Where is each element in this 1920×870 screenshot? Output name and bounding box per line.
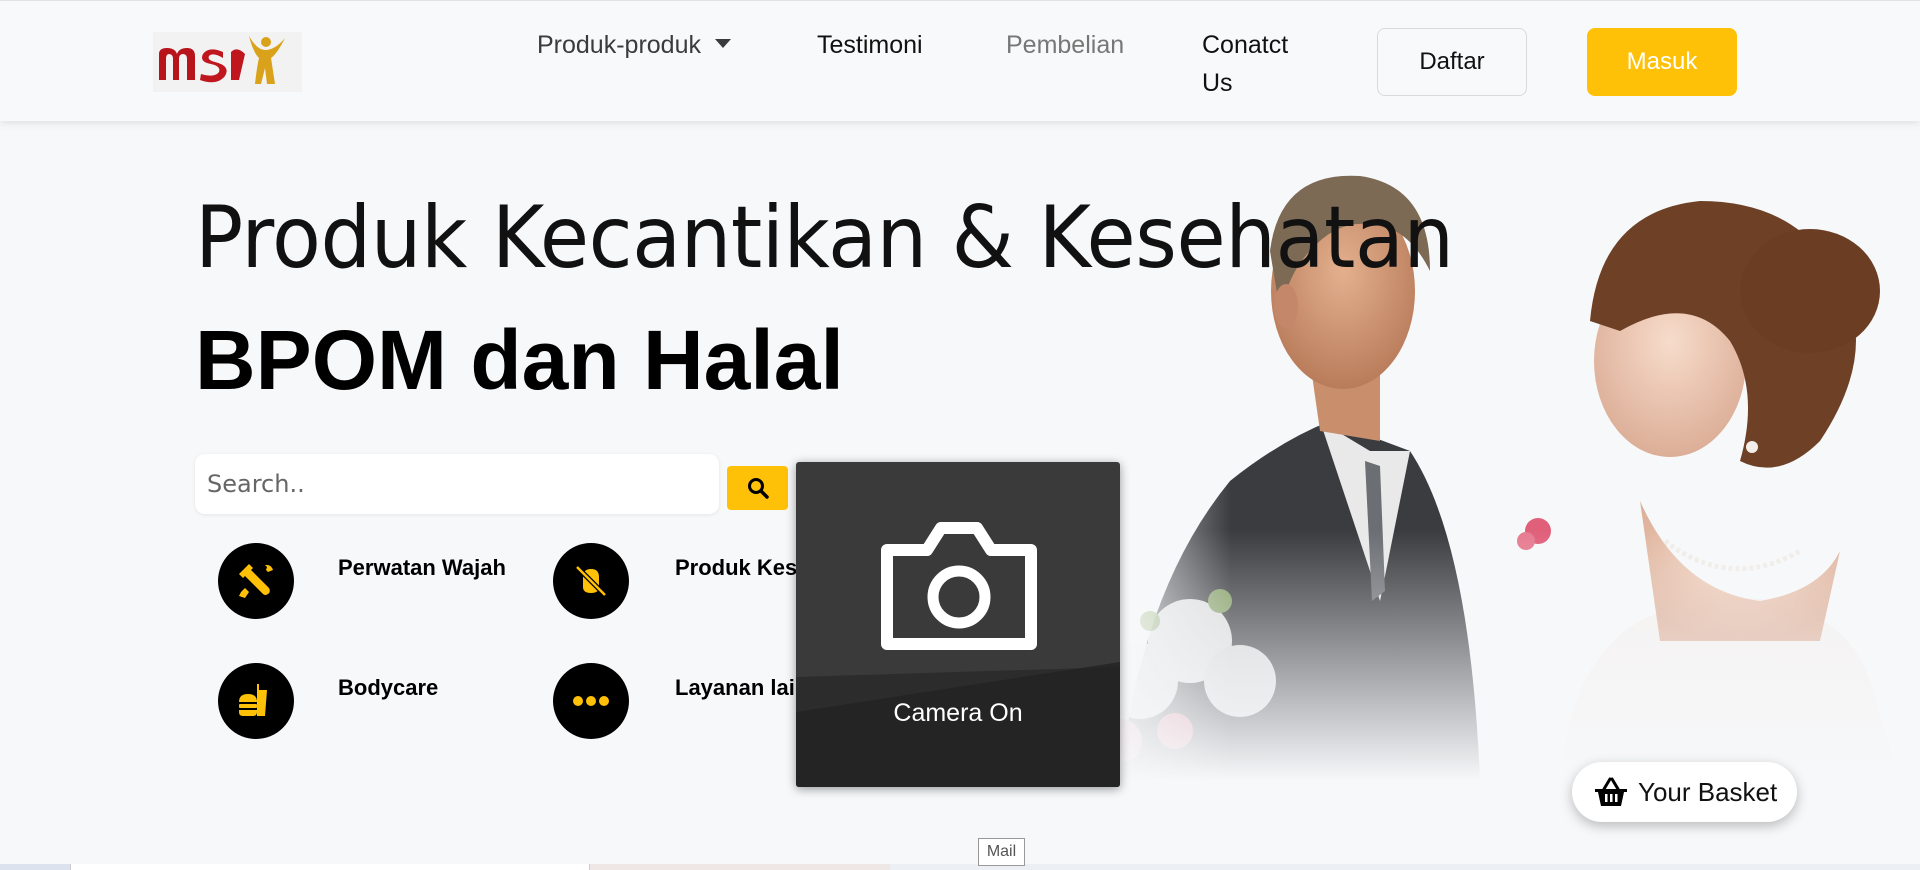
brand-logo[interactable] (153, 32, 302, 92)
hero-headline: Produk Kecantikan & Kesehatan (195, 188, 1454, 288)
nav-link-contact[interactable]: Conatct Us (1202, 26, 1312, 102)
login-button[interactable]: Masuk (1587, 28, 1737, 96)
nav-link-pembelian[interactable]: Pembelian (1006, 26, 1124, 64)
nav-produk-label: Produk-produk (537, 31, 701, 59)
msi-logo-icon (153, 32, 302, 92)
category-label: Bodycare (338, 675, 439, 700)
basket-label: Your Basket (1638, 776, 1778, 807)
nav-link-testimoni[interactable]: Testimoni (817, 26, 923, 64)
search-button[interactable] (727, 466, 788, 510)
search-icon (747, 478, 769, 499)
food-icon (218, 663, 294, 739)
next-section-edge (0, 864, 1920, 870)
basket-icon (1595, 777, 1627, 806)
category-label: Perwatan Wajah (338, 555, 506, 580)
caret-down-icon (714, 38, 731, 48)
ellipsis-icon (553, 663, 629, 739)
register-button[interactable]: Daftar (1377, 28, 1527, 96)
camera-overlay[interactable]: Camera On (796, 462, 1120, 787)
nav-dropdown-produk[interactable]: Produk-produk (537, 26, 731, 64)
tools-icon (218, 543, 294, 619)
category-bodycare[interactable]: Bodycare (218, 663, 538, 739)
navbar: Produk-produk Testimoni Pembelian Conatc… (0, 0, 1920, 121)
camera-label: Camera On (893, 699, 1023, 727)
search-input[interactable] (195, 454, 719, 514)
bug-slash-icon (553, 543, 629, 619)
mail-tooltip: Mail (978, 838, 1025, 866)
category-perwatan-wajah[interactable]: Perwatan Wajah (218, 543, 538, 619)
camera-icon (881, 522, 1037, 650)
hero-subheadline: BPOM dan Halal (195, 313, 844, 407)
basket-button[interactable]: Your Basket (1572, 762, 1797, 822)
